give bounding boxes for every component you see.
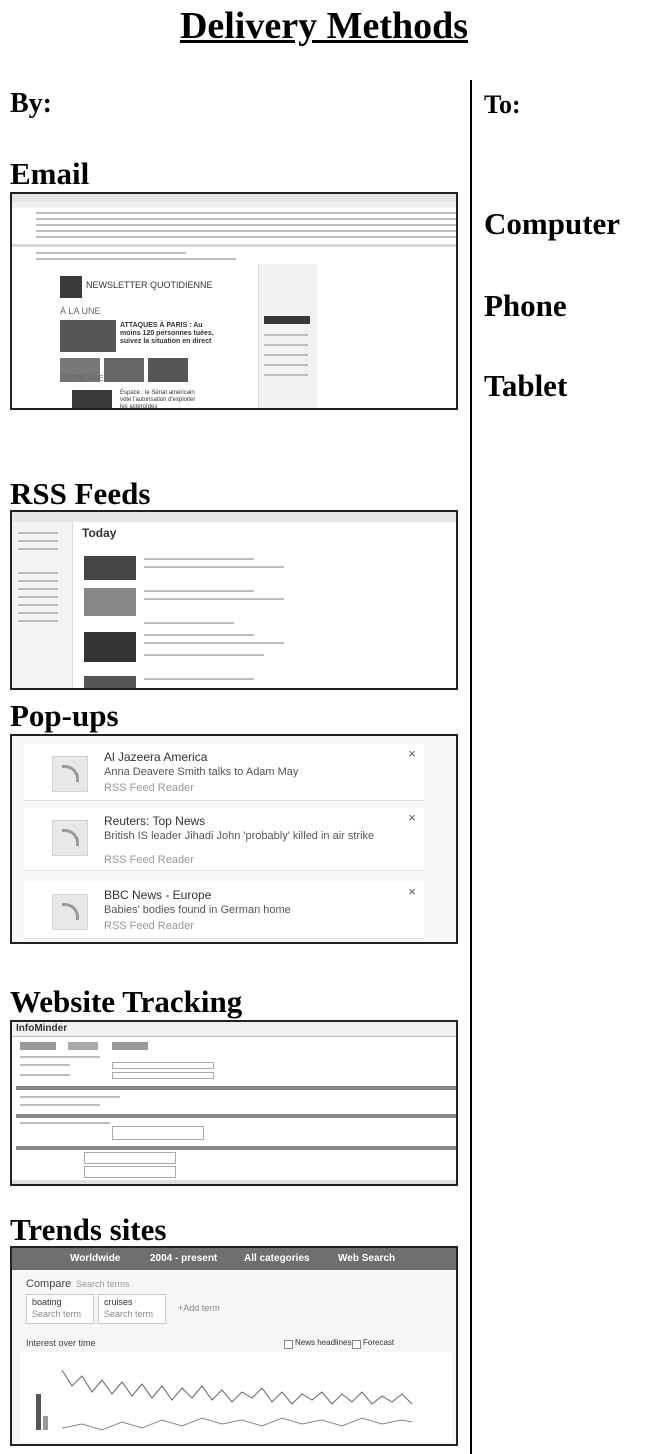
- term-1[interactable]: boating: [32, 1297, 62, 1307]
- device-phone: Phone: [484, 288, 567, 323]
- close-icon[interactable]: ×: [408, 810, 416, 825]
- trends-nav-category[interactable]: All categories: [244, 1253, 310, 1264]
- popups-screenshot: Al Jazeera America Anna Deavere Smith ta…: [10, 734, 458, 944]
- news-headlines-option[interactable]: News headlines: [295, 1338, 351, 1347]
- device-tablet: Tablet: [484, 368, 568, 403]
- compare-hint: Search terms: [76, 1279, 130, 1289]
- popup-app: RSS Feed Reader: [104, 920, 194, 932]
- tracking-screenshot: InfoMinder: [10, 1020, 458, 1186]
- popup-notification[interactable]: Reuters: Top News British IS leader Jiha…: [24, 808, 424, 871]
- rss-icon: [52, 894, 88, 930]
- popup-source: BBC News - Europe: [104, 888, 212, 902]
- trends-heading: Trends sites: [10, 1212, 167, 1247]
- close-icon[interactable]: ×: [408, 884, 416, 899]
- trends-nav-time[interactable]: 2004 - present: [150, 1253, 217, 1264]
- rss-icon: [52, 820, 88, 856]
- forecast-option[interactable]: Forecast: [363, 1338, 394, 1347]
- popup-headline: Babies' bodies found in German home: [104, 904, 291, 916]
- popup-headline: Anna Deavere Smith talks to Adam May: [104, 766, 299, 778]
- interest-label: Interest over time: [26, 1338, 96, 1348]
- add-term-button[interactable]: +Add term: [178, 1303, 220, 1313]
- rss-page-title: Today: [82, 526, 117, 540]
- close-icon[interactable]: ×: [408, 746, 416, 761]
- popup-source: Al Jazeera America: [104, 750, 208, 764]
- popup-headline: British IS leader Jihadi John 'probably'…: [104, 830, 375, 842]
- popup-notification[interactable]: BBC News - Europe Babies' bodies found i…: [24, 882, 424, 939]
- email-heading: Email: [10, 156, 90, 191]
- economy-headline: Espace : le Sénat américain vote l'autor…: [120, 390, 196, 410]
- trend-lines: [61, 1369, 413, 1431]
- trends-screenshot: Worldwide 2004 - present All categories …: [10, 1246, 458, 1446]
- rss-heading: RSS Feeds: [10, 476, 151, 511]
- compare-label: Compare: [26, 1278, 72, 1290]
- term-hint: Search term: [104, 1309, 154, 1319]
- email-section-label: À LA UNE: [60, 306, 101, 316]
- term-2[interactable]: cruises: [104, 1297, 133, 1307]
- popup-app: RSS Feed Reader: [104, 782, 194, 794]
- economy-label: ÉCONOMIE: [60, 374, 104, 383]
- tracking-heading: Website Tracking: [10, 984, 243, 1019]
- email-headline: ATTAQUES À PARIS : Au moins 120 personne…: [120, 322, 214, 345]
- trends-nav-region[interactable]: Worldwide: [70, 1253, 120, 1264]
- popup-app: RSS Feed Reader: [104, 854, 194, 866]
- popups-heading: Pop-ups: [10, 698, 119, 733]
- to-header: To:: [484, 90, 521, 119]
- email-screenshot: NEWSLETTER QUOTIDIENNE À LA UNE ATTAQUES…: [10, 192, 458, 410]
- device-computer: Computer: [484, 206, 621, 241]
- trends-nav-search-type[interactable]: Web Search: [338, 1253, 395, 1264]
- page-title: Delivery Methods: [179, 5, 469, 47]
- by-header: By:: [10, 88, 52, 119]
- popup-source: Reuters: Top News: [104, 814, 206, 828]
- newsletter-title: NEWSLETTER QUOTIDIENNE: [86, 280, 213, 290]
- column-divider: [470, 80, 472, 1454]
- popup-notification[interactable]: Al Jazeera America Anna Deavere Smith ta…: [24, 744, 424, 801]
- tracking-app-name: InfoMinder: [16, 1023, 68, 1034]
- rss-icon: [52, 756, 88, 792]
- term-hint: Search term: [32, 1309, 82, 1319]
- rss-screenshot: Today: [10, 510, 458, 690]
